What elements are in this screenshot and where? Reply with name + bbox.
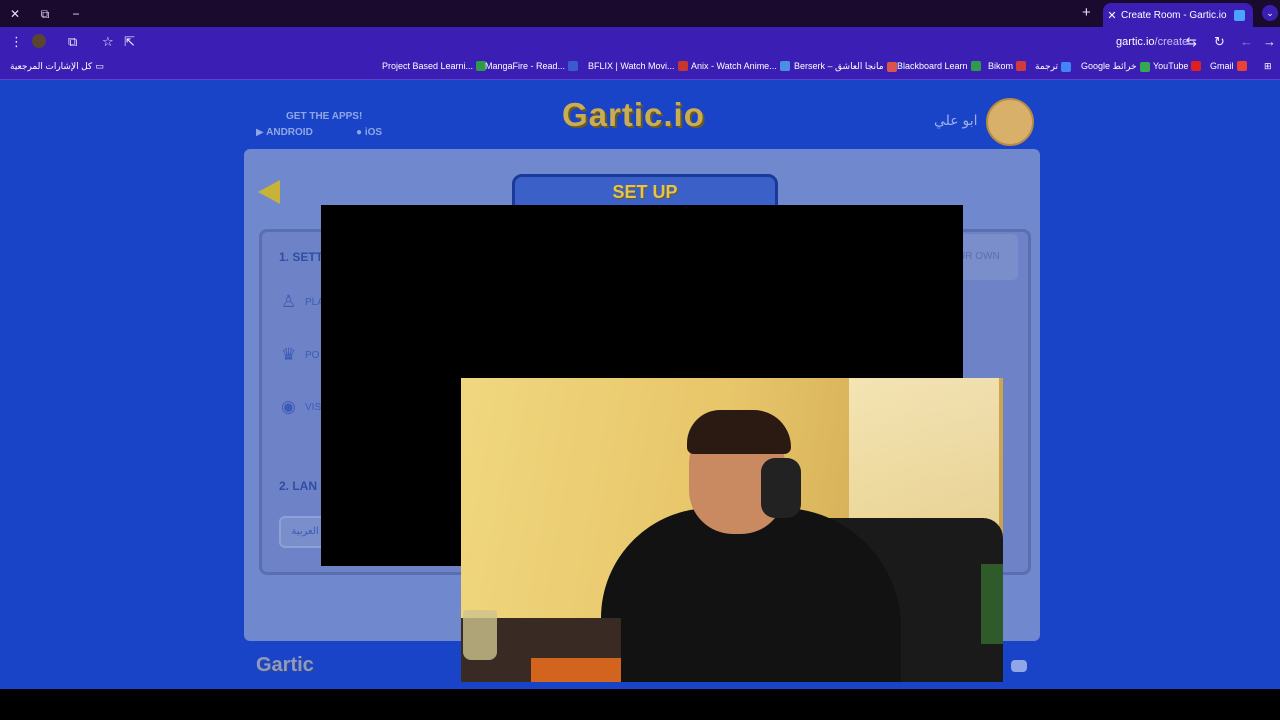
ios-label: iOS [364,127,383,138]
bookmark-favicon-icon [1016,61,1027,71]
reload-icon[interactable]: ↻ [1214,34,1225,50]
tab-search-icon[interactable]: ⌄ [1262,5,1278,21]
bookmark-favicon-icon [1236,61,1247,71]
minimize-window-icon[interactable]: − [67,5,85,23]
webcam-orange-object [531,658,621,682]
tab-close-icon[interactable]: ✕ [1103,9,1121,22]
footer-gartic-logo[interactable]: Gartic [256,654,314,677]
folder-icon: ▭ [95,61,104,71]
url-path: /create [1154,36,1189,48]
menu-dots-icon[interactable]: ⋮ [10,34,23,50]
webcam-overlay [461,378,1003,682]
bookmark-label: BFLIX | Watch Movi... [588,61,675,71]
extensions-icon[interactable]: ⧉ [68,34,77,50]
user-avatar[interactable] [986,98,1034,146]
share-icon[interactable]: ⇱ [124,34,135,50]
bookmark-favicon-icon [568,61,579,71]
bottom-letterbox [0,689,1280,720]
bookmarks-bar: كل الإشارات المرجعية ▭ Project Based Lea… [0,57,1280,80]
android-label: ANDROID [266,127,313,138]
forward-icon[interactable]: → [1263,34,1276,49]
create-own-tab[interactable]: UR OWN [958,234,1018,280]
bookmark-label: MangaFire - Read... [485,61,566,71]
back-arrow-icon[interactable] [258,180,280,204]
tab-title: Create Room - Gartic.io [1121,9,1227,21]
user-icon: ♙ [281,292,297,311]
bookmark-item[interactable]: YouTube [1153,61,1202,71]
close-window-icon[interactable]: ✕ [6,5,24,23]
bookmark-favicon-icon [677,61,688,71]
eye-icon: ◉ [281,397,296,416]
webcam-plant [981,564,1003,644]
settings-section-heading: 1. SETT [279,250,324,264]
restore-window-icon[interactable]: ⧉ [36,5,54,23]
bookmark-label: Blackboard Learn [897,61,968,71]
tab-create-room[interactable]: ✕ Create Room - Gartic.io [1103,3,1253,27]
bookmark-favicon-icon [970,61,981,71]
bookmark-favicon-icon [1191,61,1202,71]
bookmarks-folder-label: كل الإشارات المرجعية [10,61,93,71]
trophy-icon: ♛ [281,345,297,364]
webcam-person-hair [687,410,791,454]
bookmarks-folder[interactable]: كل الإشارات المرجعية ▭ [10,61,104,72]
bookmark-favicon-icon [1139,61,1150,72]
bookmark-label: Berserk – مانجا العاشق [794,61,884,71]
bookmark-item[interactable]: ترجمة [1035,61,1072,72]
back-icon[interactable]: ← [1240,34,1253,49]
new-tab-icon[interactable]: + [1082,4,1091,21]
address-bar[interactable]: gartic.io/create [1116,36,1188,48]
bookmark-item[interactable]: Blackboard Learn [897,61,981,71]
gartic-logo[interactable]: Gartic.io [562,96,705,134]
username: ابو علي [934,112,978,128]
visibility-label: VIS [305,402,322,413]
url-host: gartic.io [1116,36,1155,48]
apps-grid-icon[interactable]: ⊞ [1264,61,1272,72]
toolbar: ⋮ ⧉ ☆ ⇱ ⇆ ↻ ← → [0,27,1280,57]
apple-icon: ● [356,127,363,138]
bookmark-label: Google خرائط [1081,61,1137,71]
bookmark-item[interactable]: Project Based Learni... [382,61,487,71]
bookmark-favicon-icon [886,61,897,72]
bookmark-star-icon[interactable]: ☆ [102,34,114,50]
bookmark-item[interactable]: Google خرائط [1081,61,1150,72]
get-apps-label: GET THE APPS! [286,111,363,122]
bookmark-item[interactable]: Bikom [988,61,1027,71]
bookmark-label: Bikom [988,61,1014,71]
bookmark-label: Project Based Learni... [382,61,474,71]
ios-app-link[interactable]: ● iOS [356,127,382,138]
bookmark-item[interactable]: Anix - Watch Anime... [691,61,790,71]
webcam-glass [463,610,497,660]
discord-icon[interactable] [1011,660,1027,672]
bookmark-label: ترجمة [1035,61,1059,71]
bookmark-label: Anix - Watch Anime... [691,61,777,71]
tab-bar: ✕ ⧉ − + ✕ Create Room - Gartic.io ⌄ [0,0,1280,27]
play-store-icon: ▶ [256,127,264,138]
bookmark-label: Gmail [1210,61,1234,71]
bookmark-item[interactable]: BFLIX | Watch Movi... [588,61,688,71]
bookmark-favicon-icon [779,61,790,71]
bookmark-favicon-icon [1061,61,1072,72]
points-label: PO [305,350,320,361]
gartic-favicon-icon [1234,9,1245,21]
language-section-heading: 2. LAN [279,479,318,493]
webcam-person-torso [601,508,901,682]
bookmark-item[interactable]: Berserk – مانجا العاشق [794,61,897,72]
profile-avatar-icon[interactable] [32,34,46,48]
bookmark-item[interactable]: Gmail [1210,61,1247,71]
webcam-headset [761,458,801,518]
android-app-link[interactable]: ▶ ANDROID [256,127,313,138]
bookmark-item[interactable]: MangaFire - Read... [485,61,579,71]
bookmark-label: YouTube [1153,61,1189,71]
